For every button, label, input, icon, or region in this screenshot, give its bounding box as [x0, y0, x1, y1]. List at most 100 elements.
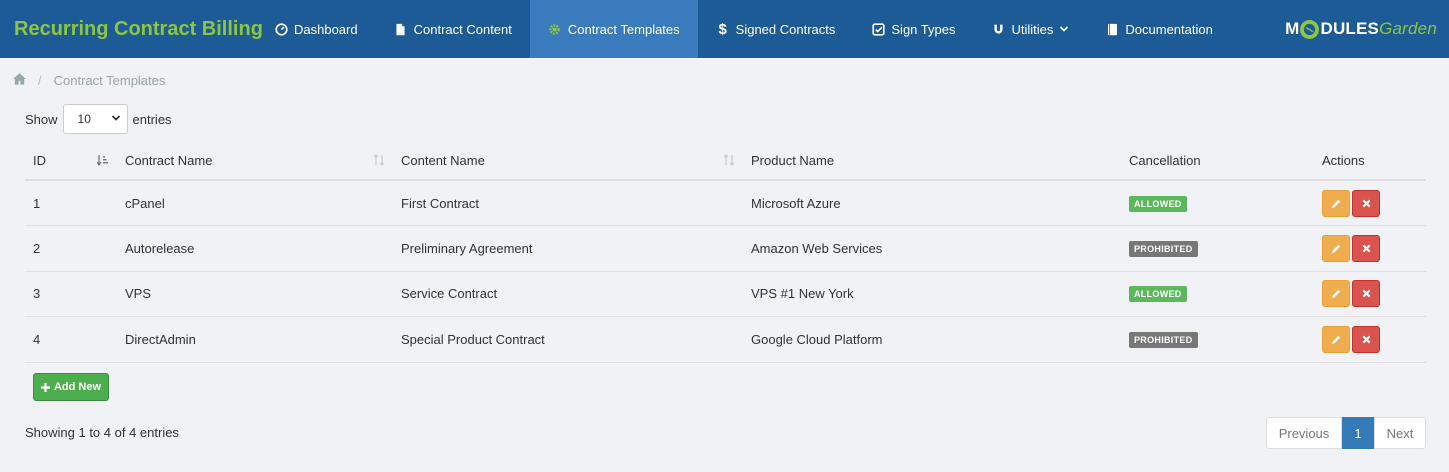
- main-nav: Dashboard Contract Content Contract Temp…: [256, 0, 1231, 58]
- status-badge: ALLOWED: [1129, 286, 1187, 303]
- col-id[interactable]: ID: [25, 142, 117, 181]
- edit-button[interactable]: [1322, 280, 1350, 308]
- breadcrumb-separator: /: [38, 73, 42, 88]
- magnet-icon: [991, 22, 1005, 36]
- cell-content-name: Preliminary Agreement: [393, 225, 743, 272]
- plus-icon: [40, 380, 50, 395]
- nav-dashboard-label: Dashboard: [294, 21, 358, 37]
- edit-button[interactable]: [1322, 189, 1350, 217]
- table-row: 3 VPS Service Contract VPS #1 New York A…: [25, 271, 1426, 317]
- cell-id: 3: [25, 271, 117, 317]
- entries-per-page-select[interactable]: 10: [62, 104, 128, 134]
- sort-icon: [373, 154, 385, 169]
- col-contract-name[interactable]: Contract Name: [117, 142, 393, 181]
- cell-id: 4: [25, 316, 117, 363]
- add-new-button[interactable]: Add New: [33, 373, 109, 401]
- cell-product-name: Microsoft Azure: [743, 180, 1121, 226]
- delete-button[interactable]: [1352, 234, 1380, 262]
- table-row: 1 cPanel First Contract Microsoft Azure …: [25, 180, 1426, 226]
- cell-actions: [1314, 225, 1426, 272]
- app-title[interactable]: Recurring Contract Billing: [0, 0, 263, 58]
- cell-contract-name: Autorelease: [117, 225, 393, 272]
- cell-cancellation: ALLOWED: [1121, 180, 1314, 226]
- cell-product-name: Amazon Web Services: [743, 225, 1121, 272]
- modulesgarden-logo[interactable]: M DULES Garden: [1285, 0, 1437, 58]
- nav-dashboard[interactable]: Dashboard: [256, 0, 376, 58]
- cell-actions: [1314, 316, 1426, 363]
- nav-utilities-label: Utilities: [1011, 21, 1054, 37]
- delete-button[interactable]: [1352, 325, 1380, 353]
- cell-contract-name: VPS: [117, 271, 393, 317]
- sort-icon: [723, 154, 735, 169]
- home-icon[interactable]: [13, 73, 26, 88]
- sort-asc-icon: [96, 154, 109, 169]
- pagination-page-1[interactable]: 1: [1342, 417, 1374, 449]
- status-badge: PROHIBITED: [1129, 331, 1198, 348]
- nav-contract-templates[interactable]: Contract Templates: [529, 0, 698, 58]
- edit-button[interactable]: [1322, 234, 1350, 262]
- pagination-previous[interactable]: Previous: [1266, 417, 1342, 449]
- col-cancellation: Cancellation: [1121, 142, 1314, 181]
- cell-product-name: VPS #1 New York: [743, 271, 1121, 317]
- edit-button[interactable]: [1322, 325, 1350, 353]
- cell-id: 1: [25, 180, 117, 226]
- dashboard-icon: [274, 22, 288, 36]
- entries-length-control: Show 10 entries: [25, 104, 172, 134]
- cell-actions: [1314, 180, 1426, 226]
- contract-templates-table: ID Contract Name Content Name Product Na…: [25, 142, 1426, 363]
- nav-utilities[interactable]: Utilities: [973, 0, 1087, 58]
- entries-label: entries: [132, 111, 172, 127]
- cell-content-name: Service Contract: [393, 271, 743, 317]
- status-badge: ALLOWED: [1129, 195, 1187, 212]
- pencil-icon: [1331, 199, 1340, 208]
- status-badge: PROHIBITED: [1129, 240, 1198, 257]
- cell-cancellation: PROHIBITED: [1121, 316, 1314, 363]
- file-icon: [394, 22, 408, 36]
- chevron-down-icon: [1059, 24, 1069, 34]
- close-icon: [1362, 199, 1370, 207]
- pencil-icon: [1331, 335, 1340, 344]
- table-header-row: ID Contract Name Content Name Product Na…: [25, 142, 1426, 181]
- table-info: Showing 1 to 4 of 4 entries: [25, 425, 179, 440]
- cell-actions: [1314, 271, 1426, 317]
- dollar-icon: $: [718, 20, 727, 38]
- table-row: 2 Autorelease Preliminary Agreement Amaz…: [25, 225, 1426, 272]
- cell-cancellation: PROHIBITED: [1121, 225, 1314, 272]
- pagination: Previous 1 Next: [1266, 417, 1426, 449]
- chevron-down-icon: [111, 112, 121, 126]
- cell-product-name: Google Cloud Platform: [743, 316, 1121, 363]
- pagination-next[interactable]: Next: [1374, 417, 1426, 449]
- cell-contract-name: DirectAdmin: [117, 316, 393, 363]
- nav-signed-contracts-label: Signed Contracts: [735, 21, 836, 37]
- nav-signed-contracts[interactable]: $ Signed Contracts: [698, 0, 854, 58]
- nav-sign-types[interactable]: Sign Types: [853, 0, 973, 58]
- gear-icon: [548, 22, 562, 36]
- cell-contract-name: cPanel: [117, 180, 393, 226]
- cell-content-name: Special Product Contract: [393, 316, 743, 363]
- nav-contract-templates-label: Contract Templates: [567, 21, 680, 37]
- cell-cancellation: ALLOWED: [1121, 271, 1314, 317]
- check-square-icon: [871, 22, 885, 36]
- table-row: 4 DirectAdmin Special Product Contract G…: [25, 316, 1426, 363]
- close-icon: [1362, 289, 1370, 298]
- breadcrumb-current: Contract Templates: [53, 73, 166, 88]
- close-icon: [1362, 335, 1370, 344]
- pencil-icon: [1331, 290, 1340, 299]
- top-navbar: Recurring Contract Billing Dashboard Con…: [0, 0, 1449, 58]
- add-new-label: Add New: [53, 381, 102, 393]
- breadcrumb: / Contract Templates: [13, 73, 165, 88]
- nav-contract-content[interactable]: Contract Content: [376, 0, 530, 58]
- show-label: Show: [25, 111, 58, 127]
- book-icon: [1105, 22, 1119, 36]
- nav-sign-types-label: Sign Types: [891, 21, 956, 37]
- nav-documentation[interactable]: Documentation: [1087, 0, 1230, 58]
- delete-button[interactable]: [1352, 189, 1380, 217]
- delete-button[interactable]: [1352, 280, 1380, 308]
- logo-globe-icon: [1300, 19, 1320, 39]
- cell-content-name: First Contract: [393, 180, 743, 226]
- nav-contract-content-label: Contract Content: [413, 21, 512, 37]
- pencil-icon: [1331, 244, 1340, 253]
- entries-per-page-value: 10: [77, 112, 91, 126]
- col-content-name[interactable]: Content Name: [393, 142, 743, 181]
- close-icon: [1362, 244, 1370, 253]
